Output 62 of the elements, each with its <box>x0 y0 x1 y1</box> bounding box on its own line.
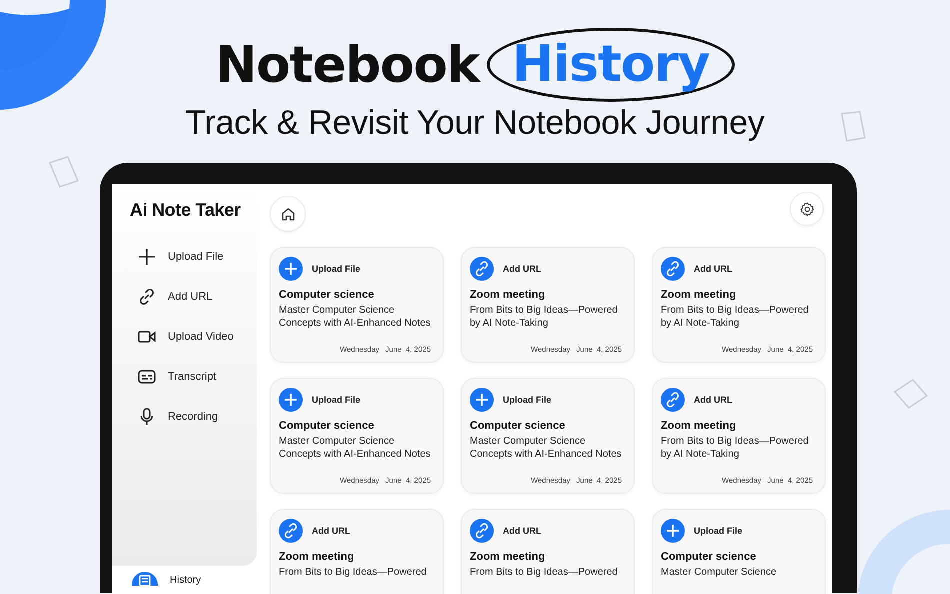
card-title: Computer science <box>470 420 566 432</box>
video-camera-icon <box>138 330 156 344</box>
history-nav-item[interactable]: History <box>112 566 202 586</box>
sidebar-item[interactable]: Recording <box>130 397 257 437</box>
card-source: Add URL <box>312 526 350 536</box>
card-description: From Bits to Big Ideas—Powered by AI Note-Taking <box>661 435 810 461</box>
card-description: Master Computer Science Concepts with AI-Enhanced Notes <box>279 304 432 330</box>
card-source: Upload File <box>694 526 743 536</box>
caption-icon <box>138 370 156 384</box>
card-title: Zoom meeting <box>470 551 546 563</box>
card-title: Computer science <box>661 551 758 563</box>
plus-icon <box>279 257 303 281</box>
paper-icon <box>838 110 868 144</box>
card-source: Add URL <box>503 264 542 274</box>
sidebar-item[interactable]: Transcript <box>130 357 257 397</box>
headline-subtitle: Track & Revisit Your Notebook Journey <box>185 104 765 143</box>
card-source: Upload File <box>503 395 552 405</box>
card-source: Upload File <box>312 264 361 274</box>
paper-icon <box>48 155 80 189</box>
plus-icon <box>279 388 303 412</box>
note-card[interactable]: Add URL Zoom meeting From Bits to Big Ideas—Powered <box>270 509 444 594</box>
card-source: Upload File <box>312 395 361 405</box>
note-card[interactable]: Add URL Zoom meeting From Bits to Big Ideas—Powered <box>461 509 635 594</box>
card-description: Master Computer Science <box>661 566 778 579</box>
plus-icon <box>661 519 685 543</box>
card-description: Master Computer Science Concepts with AI-Enhanced Notes <box>279 435 432 461</box>
card-title: Zoom meeting <box>661 289 738 301</box>
card-description: From Bits to Big Ideas—Powered by AI Note-Taking <box>470 304 619 330</box>
link-icon <box>470 519 494 543</box>
card-title: Computer science <box>279 289 376 301</box>
plus-icon <box>470 388 494 412</box>
card-description: From Bits to Big Ideas—Powered by AI Note-Taking <box>661 304 810 330</box>
card-description: From Bits to Big Ideas—Powered <box>279 566 428 579</box>
link-icon <box>661 388 685 412</box>
app-title: Ai Note Taker <box>130 200 242 221</box>
paper-icon <box>893 378 929 410</box>
link-icon <box>470 257 494 281</box>
card-source: Add URL <box>694 395 732 405</box>
microphone-icon <box>138 408 156 426</box>
card-title: Zoom meeting <box>661 420 738 432</box>
card-source: Add URL <box>503 526 542 536</box>
sidebar-item[interactable]: Upload Video <box>130 317 257 357</box>
headline-highlight: History <box>487 28 734 102</box>
card-description: From Bits to Big Ideas—Powered <box>470 566 619 579</box>
card-source: Add URL <box>694 264 732 274</box>
settings-icon <box>800 202 814 216</box>
plus-icon <box>138 248 156 266</box>
home-button[interactable] <box>270 196 306 232</box>
link-icon <box>279 519 303 543</box>
headline-title: Notebook <box>215 36 480 94</box>
settings-button[interactable] <box>790 192 824 226</box>
sidebar-item[interactable]: Upload File <box>130 237 257 277</box>
link-icon <box>138 288 156 306</box>
card-title: Zoom meeting <box>470 289 546 301</box>
note-card[interactable]: Upload File Computer science Master Computer Science <box>652 509 826 594</box>
card-title: Zoom meeting <box>279 551 356 563</box>
document-icon <box>132 572 158 586</box>
card-title: Computer science <box>279 420 376 432</box>
sidebar-item[interactable]: Add URL <box>130 277 257 317</box>
link-icon <box>661 257 685 281</box>
card-description: Master Computer Science Concepts with AI-Enhanced Notes <box>470 435 623 461</box>
home-icon <box>280 206 296 222</box>
